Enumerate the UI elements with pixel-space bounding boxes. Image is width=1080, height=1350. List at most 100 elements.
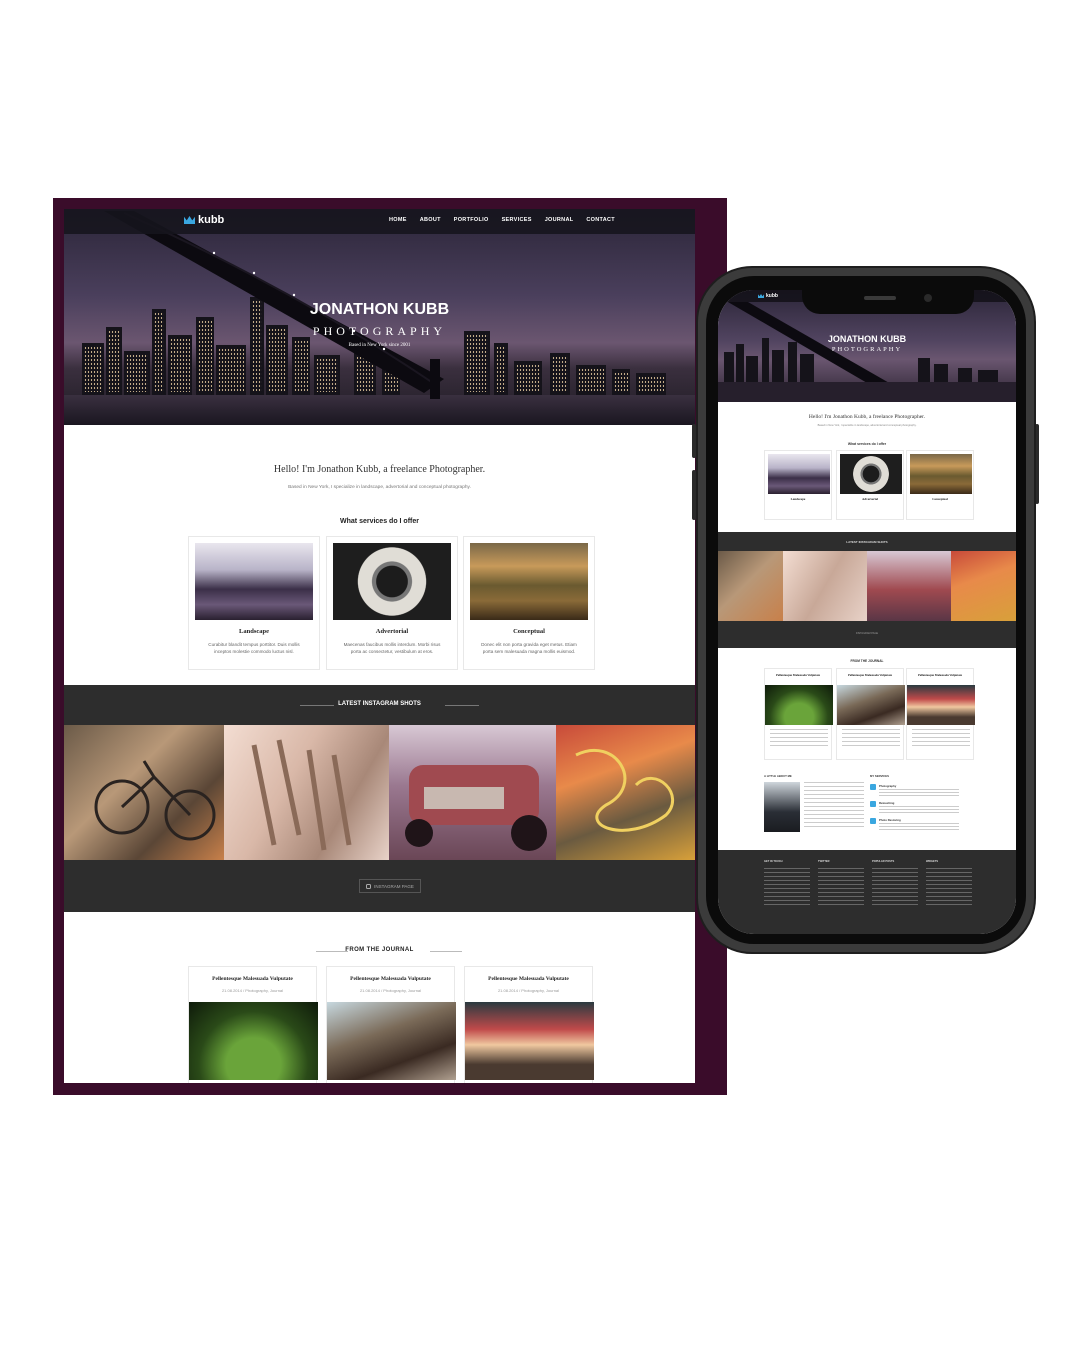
service-description: Curabitur blandit tempus porttitor. Duis… — [208, 642, 300, 655]
mobile-journal-title[interactable]: Pellentesque Malesuada Vulputate — [765, 673, 831, 677]
mobile-insta-rope[interactable] — [951, 551, 1016, 621]
mobile-my-service-text — [879, 789, 959, 797]
service-icon — [870, 801, 876, 807]
nav-item-portfolio[interactable]: PORTFOLIO — [454, 217, 489, 223]
mobile-instagram-button[interactable]: INSTAGRAM PAGE — [718, 632, 1016, 635]
nav-item-home[interactable]: HOME — [389, 217, 407, 223]
mobile-journal-excerpt — [770, 729, 828, 747]
nav-item-contact[interactable]: CONTACT — [586, 217, 615, 223]
mobile-journal-image[interactable] — [765, 685, 833, 725]
logo-text: kubb — [198, 214, 225, 226]
desktop-screen: kubb HOME ABOUT PORTFOLIO SERVICES JOURNAL CO… — [64, 209, 695, 1083]
footer-column-text — [872, 868, 918, 908]
hero-banner: kubb HOME ABOUT PORTFOLIO SERVICES JOURNAL CO… — [64, 209, 695, 425]
mobile-logo[interactable]: kubb — [758, 293, 778, 299]
journal-post-image[interactable] — [189, 1002, 318, 1080]
hero-subtitle: PHOTOGRAPHY — [312, 324, 447, 338]
mobile-journal-title[interactable]: Pellentesque Malesuada Vulputate — [837, 673, 903, 677]
journal-post-title[interactable]: Pellentesque Malesuada Vulputate — [189, 976, 316, 982]
about-text-block — [804, 782, 864, 828]
footer-column-text — [764, 868, 810, 908]
mobile-services-title: What services do I offer — [847, 442, 887, 446]
instagram-icon — [366, 883, 372, 889]
service-name: Landscape — [239, 628, 269, 635]
nav-item-journal[interactable]: JOURNAL — [545, 217, 574, 223]
mobile-service-image — [768, 454, 830, 494]
footer-column-title: GET IN TOUCH — [764, 860, 783, 863]
intro-text: Based in New York, I specialize in lands… — [288, 485, 471, 490]
journal-post-card[interactable]: Pellentesque Malesuada Vulputate 21.08.20… — [188, 966, 318, 1083]
instagram-photo-bicycle[interactable] — [64, 725, 224, 860]
mobile-journal-card[interactable]: Pellentesque Malesuada Vulputate — [764, 668, 833, 760]
mobile-my-service-name: Photo Restoring — [879, 818, 901, 822]
phone-camera — [924, 294, 932, 302]
journal-post-meta: 21.08.2014 / Photography, Journal — [221, 988, 284, 993]
journal-post-title[interactable]: Pellentesque Malesuada Vulputate — [327, 976, 454, 982]
service-name: Conceptual — [513, 628, 545, 635]
mobile-journal-title: FROM THE JOURNAL — [850, 659, 884, 663]
mobile-journal-card[interactable]: Pellentesque Malesuada Vulputate — [836, 668, 905, 760]
service-description: Donec elit non porta gravida eget metus.… — [481, 642, 577, 655]
mobile-insta-bicycle[interactable] — [718, 551, 783, 621]
instagram-page-button-label: INSTAGRAM PAGE — [374, 883, 414, 889]
mobile-journal-image[interactable] — [837, 685, 905, 725]
service-icon — [870, 784, 876, 790]
service-description: Maecenas faucibus mollis interdum. Morbi… — [343, 642, 441, 655]
mobile-journal-image[interactable] — [907, 685, 975, 725]
journal-post-title[interactable]: Pellentesque Malesuada Vulputate — [465, 976, 592, 982]
desktop-mockup-frame: kubb HOME ABOUT PORTFOLIO SERVICES JOURNAL CO… — [53, 198, 727, 1095]
journal-post-meta: 21.08.2014 / Photography, Journal — [359, 988, 422, 993]
instagram-photo-rope[interactable] — [556, 725, 695, 860]
service-image-landscape — [195, 543, 313, 620]
instagram-photo-vintage-truck[interactable] — [389, 725, 556, 860]
nav-item-about[interactable]: ABOUT — [420, 217, 441, 223]
mobile-service-image — [840, 454, 902, 494]
mobile-my-services-title: MY SERVICES — [870, 774, 890, 778]
hero-name: JONATHON KUBB — [309, 301, 450, 318]
mobile-service-card[interactable]: Landscape — [764, 450, 832, 520]
instagram-section: LATEST INSTAGRAM SHOTS INSTAGRAM PAGE — [64, 685, 695, 912]
footer-column-title: TWITTER — [818, 860, 830, 863]
journal-title: FROM THE JOURNAL — [345, 947, 414, 953]
journal-post-meta: 21.08.2014 / Photography, Journal — [497, 988, 560, 993]
mobile-journal-excerpt — [842, 729, 900, 747]
mobile-instagram-section: LATEST INSTAGRAM SHOTS INSTAGRAM PAGE — [718, 532, 1016, 648]
mobile-journal-title[interactable]: Pellentesque Malesuada Vulputate — [907, 673, 973, 677]
top-navigation: kubb HOME ABOUT PORTFOLIO SERVICES JOURNAL CO… — [64, 209, 695, 234]
journal-post-image[interactable] — [327, 1002, 456, 1080]
instagram-title: LATEST INSTAGRAM SHOTS — [338, 701, 421, 707]
mobile-service-image — [910, 454, 972, 494]
service-image-advertorial — [333, 543, 451, 620]
mobile-service-card[interactable]: Conceptual — [906, 450, 974, 520]
mobile-my-service-name: Retouching — [879, 801, 895, 805]
service-card-landscape[interactable]: Landscape Curabitur blandit tempus portti… — [188, 536, 320, 670]
service-card-advertorial[interactable]: Advertorial Maecenas faucibus mollis inte… — [326, 536, 458, 670]
mobile-intro-heading: Hello! I'm Jonathon Kubb, a freelance Ph… — [808, 414, 926, 420]
journal-post-image[interactable] — [465, 1002, 594, 1080]
service-card-conceptual[interactable]: Conceptual Donec elit non porta gravida e… — [463, 536, 595, 670]
journal-post-card[interactable]: Pellentesque Malesuada Vulputate 21.08.20… — [326, 966, 456, 1083]
mobile-hero-subtitle: PHOTOGRAPHY — [831, 346, 903, 353]
mobile-instagram-title: LATEST INSTAGRAM SHOTS — [846, 540, 888, 544]
mobile-intro-text: Based in New York, I specialize in lands… — [817, 424, 917, 427]
mobile-service-name: Advertorial — [862, 497, 878, 501]
footer-column-text — [926, 868, 972, 908]
about-portrait — [764, 782, 800, 832]
journal-post-card[interactable]: Pellentesque Malesuada Vulputate 21.08.20… — [464, 966, 594, 1083]
instagram-photo-clothespins[interactable] — [224, 725, 389, 860]
nav-item-services[interactable]: SERVICES — [502, 217, 532, 223]
nav-menu: HOME ABOUT PORTFOLIO SERVICES JOURNAL CONTACT — [389, 217, 615, 223]
mobile-service-name: Landscape — [790, 497, 806, 501]
mobile-insta-clothespins[interactable] — [783, 551, 867, 621]
mobile-insta-truck[interactable] — [867, 551, 951, 621]
phone-screen: kubb CONTACT JONATHON KUBB PHOTOGRAPHY H… — [718, 290, 1016, 934]
mobile-journal-card[interactable]: Pellentesque Malesuada Vulputate — [906, 668, 975, 760]
crown-icon — [184, 216, 195, 224]
mobile-service-card[interactable]: Advertorial — [836, 450, 904, 520]
brand-logo[interactable]: kubb — [184, 214, 224, 226]
mobile-my-service-text — [879, 823, 959, 831]
instagram-page-button[interactable]: INSTAGRAM PAGE — [359, 879, 421, 893]
service-name: Advertorial — [375, 628, 409, 635]
mobile-logo-text: kubb — [766, 293, 778, 299]
services-title: What services do I offer — [340, 518, 419, 525]
